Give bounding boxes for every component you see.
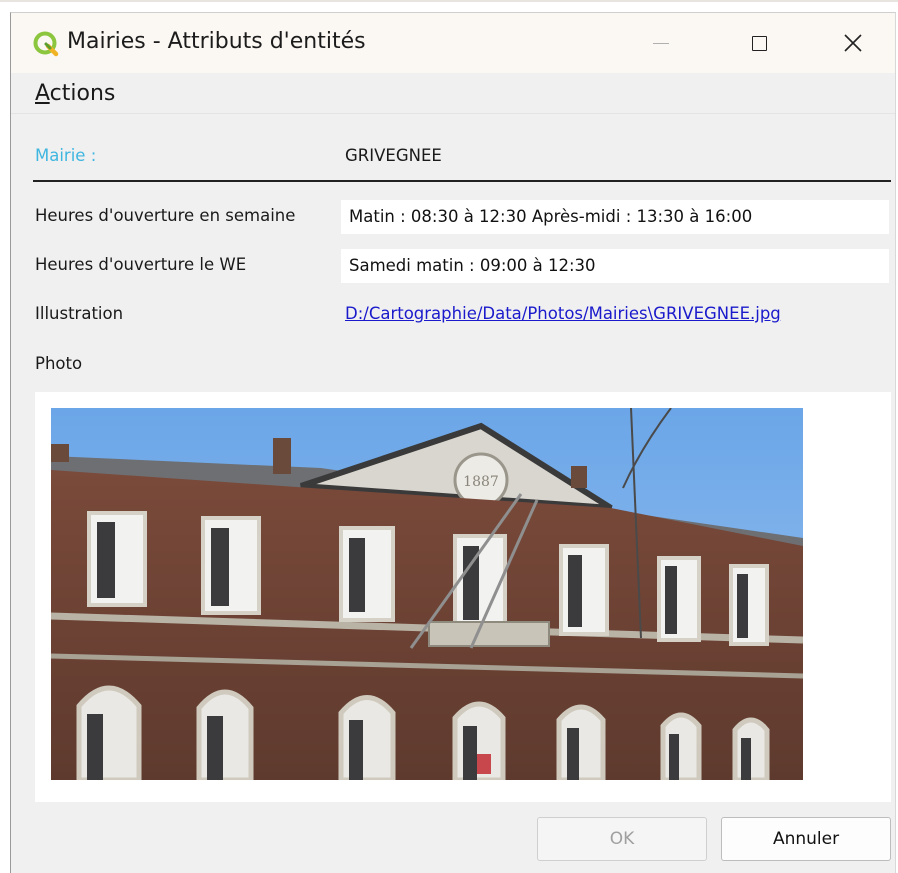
- semaine-hours-label: Heures d'ouverture en semaine: [35, 206, 296, 225]
- title-bar[interactable]: Mairies - Attributs d'entités: [11, 13, 895, 73]
- menu-actions[interactable]: Actions: [35, 81, 115, 106]
- ok-button[interactable]: OK: [537, 817, 707, 861]
- window-title: Mairies - Attributs d'entités: [67, 29, 366, 54]
- close-button[interactable]: [823, 13, 883, 73]
- qgis-logo-icon: [33, 31, 59, 57]
- illustration-label: Illustration: [35, 304, 124, 323]
- photo-widget: 1887: [35, 392, 891, 802]
- weekend-hours-field[interactable]: Samedi matin : 09:00 à 12:30: [341, 249, 889, 283]
- maximize-button[interactable]: [729, 13, 789, 73]
- minimize-icon: [653, 42, 669, 44]
- menu-actions-label: ctions: [49, 81, 116, 106]
- mairie-label: Mairie :: [35, 146, 97, 165]
- maximize-icon: [751, 35, 767, 51]
- semaine-hours-field[interactable]: Matin : 08:30 à 12:30 Après-midi : 13:30…: [341, 200, 889, 234]
- window-top-edge: [0, 0, 898, 2]
- minimize-button[interactable]: [631, 13, 691, 73]
- weekend-hours-label: Heures d'ouverture le WE: [35, 255, 247, 274]
- close-icon: [844, 34, 862, 52]
- cancel-button[interactable]: Annuler: [721, 817, 891, 861]
- menu-actions-mnemonic: A: [35, 81, 50, 106]
- attribute-form: Mairie : GRIVEGNEE Heures d'ouverture en…: [11, 113, 895, 814]
- section-divider: [33, 180, 891, 182]
- mairie-value: GRIVEGNEE: [345, 146, 442, 165]
- illustration-link[interactable]: D:/Cartographie/Data/Photos/Mairies\GRIV…: [345, 304, 781, 323]
- pediment-date: 1887: [463, 474, 499, 490]
- photo-label: Photo: [35, 354, 83, 373]
- menu-bar: Actions: [11, 73, 895, 113]
- attribute-form-window: Mairies - Attributs d'entités Actions Ma…: [10, 12, 896, 873]
- town-hall-photo: 1887: [51, 408, 803, 780]
